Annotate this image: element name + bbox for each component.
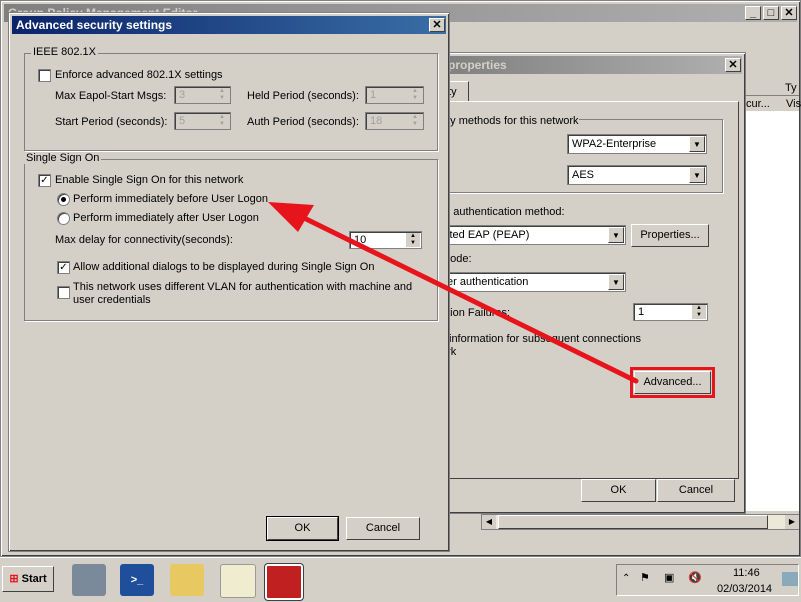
clock-date[interactable]: 02/03/2014 bbox=[717, 583, 772, 595]
annotation-arrow-icon bbox=[268, 202, 639, 384]
notepad-icon[interactable] bbox=[220, 564, 256, 598]
explorer-folder-icon[interactable] bbox=[170, 564, 204, 596]
taskbar: ⊞ Start >_ ⌃ ⚑ ▣ 🔇 11:46 02/03/2014 bbox=[0, 557, 801, 602]
gpo-editor-icon[interactable] bbox=[264, 563, 304, 601]
show-desktop-icon[interactable] bbox=[782, 572, 798, 586]
server-manager-icon[interactable] bbox=[72, 564, 106, 596]
show-hidden-icons[interactable]: ⌃ bbox=[622, 573, 630, 584]
start-label: Start bbox=[21, 573, 47, 585]
flag-icon[interactable]: ⚑ bbox=[640, 571, 650, 584]
clock-time[interactable]: 11:46 bbox=[733, 567, 760, 579]
network-icon[interactable]: ▣ bbox=[664, 571, 674, 584]
powershell-icon[interactable]: >_ bbox=[120, 564, 154, 596]
volume-muted-icon[interactable]: 🔇 bbox=[688, 571, 702, 584]
start-button[interactable]: ⊞ Start bbox=[2, 566, 54, 592]
windows-logo-icon: ⊞ bbox=[9, 573, 19, 585]
